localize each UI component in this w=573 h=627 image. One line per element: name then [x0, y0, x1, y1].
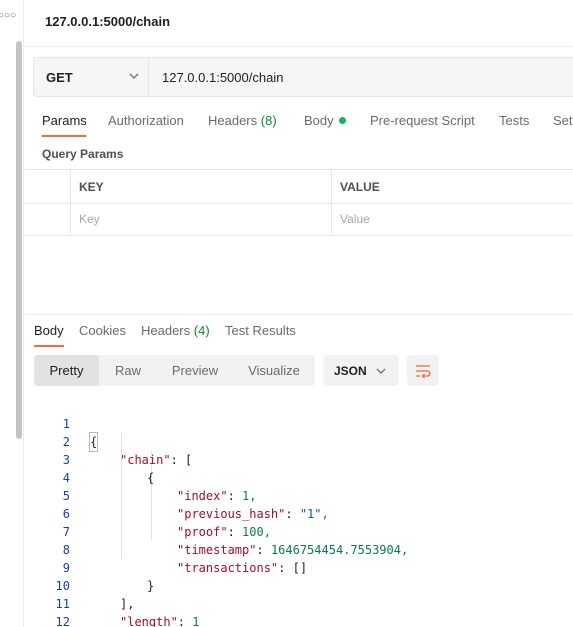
code-text: "timestamp": 1646754454.7553904, [177, 543, 409, 557]
code-line: 6 "proof": 100, [25, 487, 271, 539]
url-input[interactable]: 127.0.0.1:5000/chain [162, 70, 283, 85]
response-body-editor[interactable]: 1 { 2 "chain": [ 3 { 4 "index": 1, 5 "pr… [25, 397, 573, 627]
code-text: { [147, 471, 155, 485]
view-visualize-button[interactable]: Visualize [233, 355, 315, 386]
divider [25, 203, 573, 204]
code-text: "previous_hash": "1", [177, 507, 329, 521]
tab-pre-request-script[interactable]: Pre-request Script [370, 113, 475, 128]
vertical-scrollbar[interactable] [16, 41, 22, 439]
code-text: } [147, 579, 155, 593]
code-line: 10 ], [25, 559, 135, 611]
code-line: 9 } [25, 541, 154, 593]
format-label: JSON [334, 364, 367, 378]
column-header-key: KEY [79, 180, 104, 194]
code-line: 7 "timestamp": 1646754454.7553904, [25, 505, 408, 557]
method-select[interactable]: GET [34, 58, 149, 96]
divider [25, 314, 573, 315]
code-line: 12 } [25, 595, 70, 627]
view-mode-switch: Pretty Raw Preview Visualize [34, 355, 315, 386]
chevron-down-icon [129, 73, 139, 79]
code-line: 8 "transactions": [] [25, 523, 307, 575]
code-text: { [88, 432, 99, 452]
code-text: "length": 1 [120, 615, 200, 627]
tab-cookies[interactable]: Cookies [79, 323, 126, 338]
tab-headers[interactable]: Headers (8) [208, 113, 277, 128]
active-tab-indicator [34, 345, 64, 347]
tab-body[interactable]: Body [304, 113, 346, 128]
query-params-heading: Query Params [42, 147, 124, 161]
view-raw-button[interactable]: Raw [99, 355, 157, 386]
column-header-value: VALUE [340, 180, 380, 194]
line-number: 12 [55, 615, 70, 627]
chevron-down-icon [376, 368, 386, 374]
tab-response-body[interactable]: Body [34, 323, 64, 338]
divider [70, 170, 71, 236]
format-select[interactable]: JSON [323, 355, 399, 386]
request-bar: GET 127.0.0.1:5000/chain [33, 57, 573, 97]
code-line: 1 { [25, 397, 99, 452]
code-text: "index": 1, [177, 489, 257, 503]
more-dots-icon[interactable]: ○○○ [0, 10, 16, 21]
method-label: GET [46, 70, 73, 85]
view-preview-button[interactable]: Preview [157, 355, 233, 386]
divider [25, 46, 573, 47]
tab-response-headers-label: Headers [141, 323, 191, 338]
body-indicator-dot-icon [338, 117, 346, 124]
sidebar-strip: ○○○ [0, 0, 24, 627]
code-line: 4 "index": 1, [25, 451, 257, 503]
tab-test-results[interactable]: Test Results [225, 323, 296, 338]
request-title: 127.0.0.1:5000/chain [45, 14, 171, 29]
tab-tests[interactable]: Tests [499, 113, 529, 128]
wrap-lines-button[interactable] [407, 355, 439, 386]
tab-headers-label: Headers [208, 113, 258, 128]
code-line: 5 "previous_hash": "1", [25, 469, 329, 521]
code-line: 3 { [25, 433, 154, 485]
tab-body-label: Body [304, 113, 334, 128]
active-tab-indicator [42, 135, 86, 137]
tab-params[interactable]: Params [42, 113, 87, 128]
code-text: "chain": [ [120, 453, 193, 467]
param-value-input[interactable]: Value [340, 212, 370, 226]
code-line: 11 "length": 1 [25, 577, 200, 627]
query-params-table: KEY VALUE Key Value [25, 169, 573, 236]
divider [331, 170, 332, 236]
tab-authorization[interactable]: Authorization [108, 113, 184, 128]
tab-response-headers-count: (4) [193, 323, 210, 338]
request-panel: 127.0.0.1:5000/chain GET 127.0.0.1:5000/… [25, 0, 573, 627]
code-text: "proof": 100, [177, 525, 271, 539]
param-key-input[interactable]: Key [79, 212, 100, 226]
tab-headers-count: (8) [260, 113, 277, 128]
view-pretty-button[interactable]: Pretty [34, 355, 99, 386]
code-text: ], [120, 597, 135, 611]
code-line: 2 "chain": [ [25, 415, 193, 467]
code-text: "transactions": [] [177, 561, 308, 575]
tab-settings[interactable]: Set [553, 113, 573, 128]
tab-response-headers[interactable]: Headers (4) [141, 323, 210, 338]
wrap-lines-icon [416, 365, 431, 379]
